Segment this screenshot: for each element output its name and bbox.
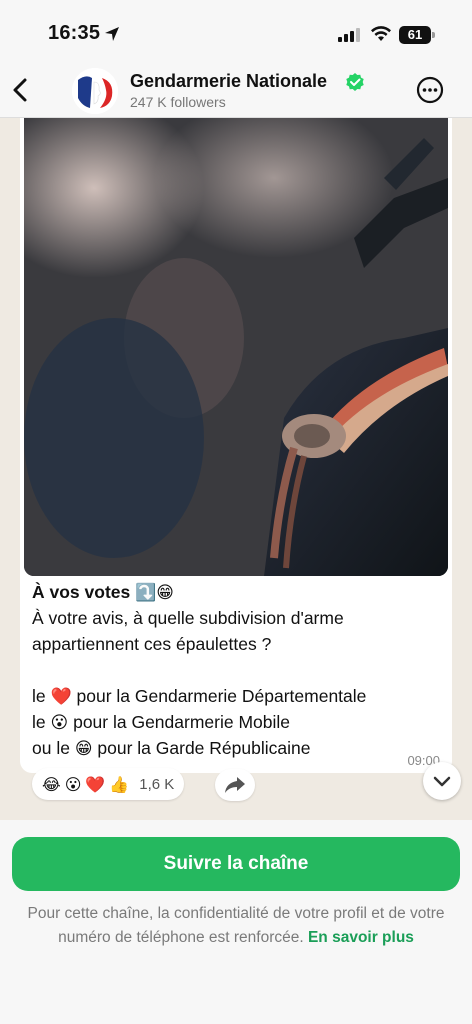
message-line-blank — [32, 657, 442, 683]
line-prefix: le — [32, 686, 51, 706]
channel-footer: Suivre la chaîne Pour cette chaîne, la c… — [0, 820, 472, 1024]
followers-count: 247 K followers — [130, 94, 226, 110]
follow-channel-button[interactable]: Suivre la chaîne — [12, 837, 460, 891]
channel-header: Gendarmerie Nationale 247 K followers — [0, 62, 472, 118]
back-chevron-icon[interactable] — [8, 72, 32, 108]
message-line: appartiennent ces épaulettes ? — [32, 634, 272, 654]
privacy-notice: Pour cette chaîne, la confidentialité de… — [24, 902, 448, 950]
line-prefix: ou le — [32, 738, 75, 758]
message-title: À vos votes — [32, 582, 136, 602]
message-line: le 😮 pour la Gendarmerie Mobile — [32, 709, 442, 735]
laugh-reaction: 😂 — [42, 774, 61, 794]
heart-reaction: ❤️ — [85, 774, 106, 794]
status-bar: 16:35 61 — [0, 0, 472, 62]
chat-area[interactable]: À vos votes ⤵️😁 À votre avis, à quelle s… — [0, 118, 472, 820]
message-line: À vos votes ⤵️😁 — [32, 579, 442, 605]
message-bubble[interactable]: À vos votes ⤵️😁 À votre avis, à quelle s… — [20, 118, 452, 773]
message-text: À vos votes ⤵️😁 À votre avis, à quelle s… — [32, 579, 442, 761]
learn-more-link[interactable]: En savoir plus — [308, 929, 414, 946]
forward-button[interactable] — [215, 769, 255, 801]
message-line: À votre avis, à quelle subdivision d'arm… — [32, 608, 344, 628]
line-text: pour la Gendarmerie Départementale — [71, 686, 367, 706]
verified-badge-icon — [346, 73, 364, 91]
thumbs-up-reaction: 👍 — [109, 774, 130, 794]
message-photo[interactable] — [24, 118, 448, 576]
line-prefix: le — [32, 712, 51, 732]
grin-emoji: 😁 — [74, 739, 93, 759]
forward-arrow-icon — [225, 777, 245, 793]
line-text: pour la Gendarmerie Mobile — [68, 712, 290, 732]
scroll-down-button[interactable] — [423, 762, 461, 800]
chevron-down-icon — [433, 776, 451, 787]
surprised-reaction: 😮 — [64, 774, 82, 794]
heart-emoji: ❤️ — [50, 687, 72, 707]
message-emoji: ⤵️😁 — [135, 583, 174, 603]
line-text: pour la Garde Républicaine — [92, 738, 311, 758]
message-line: le ❤️ pour la Gendarmerie Départementale — [32, 683, 442, 709]
surprised-emoji: 😮 — [50, 713, 69, 733]
channel-name[interactable]: Gendarmerie Nationale — [130, 71, 327, 92]
marianne-logo[interactable] — [72, 68, 118, 114]
reaction-count: 1,6 K — [139, 775, 175, 793]
signal-icon — [338, 28, 360, 42]
more-options-icon[interactable] — [416, 76, 444, 104]
location-arrow-icon — [105, 27, 119, 41]
message-line: ou le 😁 pour la Garde Républicaine — [32, 735, 442, 761]
status-time: 16:35 — [48, 22, 101, 44]
reactions-bar[interactable]: 😂 😮 ❤️ 👍 1,6 K — [32, 768, 185, 800]
battery-icon: 61 — [399, 26, 431, 44]
battery-tip — [432, 32, 435, 38]
wifi-icon — [371, 26, 391, 41]
